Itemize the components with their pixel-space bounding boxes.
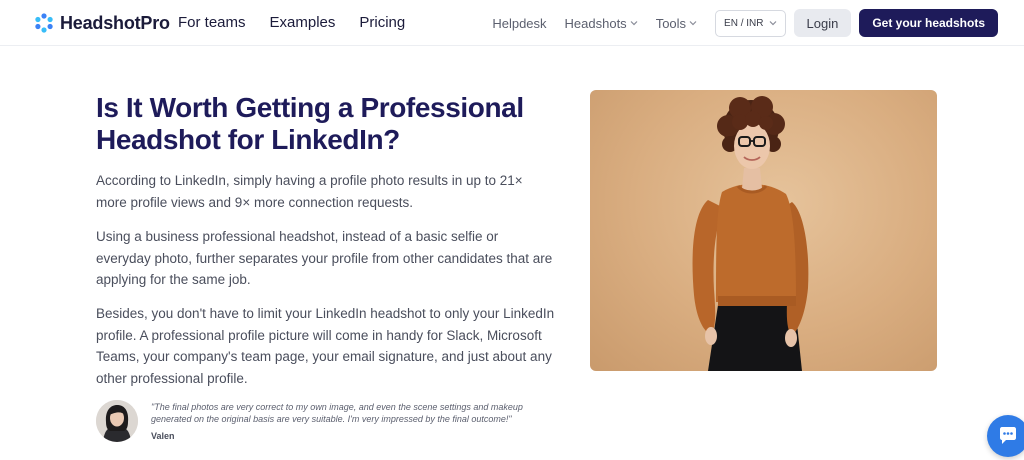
primary-nav: For teams Examples Pricing — [178, 14, 405, 31]
language-currency-select[interactable]: EN / INR — [715, 9, 786, 37]
headshotpro-logo-icon — [34, 13, 54, 33]
nav-dropdown-headshots-label: Headshots — [564, 15, 627, 31]
nav-dropdown-headshots[interactable]: Headshots — [565, 16, 638, 31]
brand-name: HeadshotPro — [60, 12, 170, 33]
paragraph-other-uses: Besides, you don't have to limit your Li… — [96, 306, 555, 386]
top-navigation: HeadshotPro For teams Examples Pricing H… — [0, 0, 1024, 46]
testimonial: "The final photos are very correct to my… — [96, 398, 566, 444]
chevron-down-icon — [630, 18, 638, 28]
nav-link-examples[interactable]: Examples — [270, 14, 336, 31]
brand-logo[interactable]: HeadshotPro — [34, 12, 170, 34]
paragraph-business-headshot: Using a business professional headshot, … — [96, 229, 553, 287]
testimonial-author: Valen — [151, 431, 175, 441]
nav-dropdown-tools[interactable]: Tools — [656, 16, 697, 31]
section-headline: Is It Worth Getting a Professional Heads… — [96, 92, 524, 155]
nav-link-pricing[interactable]: Pricing — [359, 14, 405, 31]
paragraph-profile-views: According to LinkedIn, simply having a p… — [96, 173, 523, 210]
nav-link-helpdesk[interactable]: Helpdesk — [492, 16, 546, 31]
chat-bubble-icon — [997, 425, 1019, 452]
get-headshots-button[interactable]: Get your headshots — [859, 9, 998, 37]
chevron-down-icon — [769, 18, 777, 28]
testimonial-avatar — [96, 400, 138, 442]
testimonial-quote: "The final photos are very correct to my… — [151, 402, 523, 424]
nav-link-helpdesk-label: Helpdesk — [492, 15, 547, 31]
chevron-down-icon — [689, 18, 697, 28]
login-button[interactable]: Login — [793, 9, 852, 37]
headshot-example-photo — [590, 90, 937, 371]
chat-launcher-button[interactable] — [987, 415, 1024, 457]
nav-dropdown-tools-label: Tools — [655, 15, 687, 31]
nav-link-for-teams[interactable]: For teams — [178, 14, 246, 31]
language-currency-value: EN / INR — [724, 17, 764, 29]
secondary-nav: Helpdesk Headshots Tools EN / INR Login … — [492, 9, 998, 37]
